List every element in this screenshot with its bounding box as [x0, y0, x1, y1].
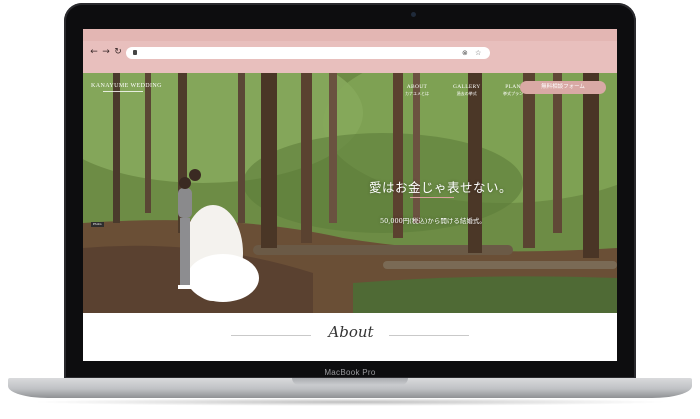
tab-strip [83, 29, 617, 41]
screen: ← → ↻ ⊗ ☆ KANAYUME WEDDING ABOUT カナユメとは … [83, 29, 617, 361]
nav-item-about[interactable]: ABOUT カナユメとは [405, 84, 429, 97]
about-section: About [83, 313, 617, 361]
divider [231, 335, 311, 336]
lock-icon [133, 50, 137, 55]
nav-item-gallery[interactable]: GALLERY 過去の挙式 [453, 84, 480, 97]
forward-icon[interactable]: → [101, 47, 111, 57]
nav-item-sublabel: 挙式プラン [503, 91, 523, 96]
nav-item-label: ABOUT [406, 84, 428, 90]
laptop-shadow [30, 398, 670, 406]
nav-item-label: GALLERY [453, 84, 481, 90]
divider [389, 335, 469, 336]
reload-icon[interactable]: ↻ [113, 47, 123, 57]
address-bar[interactable]: ⊗ ☆ [126, 47, 490, 59]
camera-icon [411, 12, 416, 17]
hero-section: KANAYUME WEDDING ABOUT カナユメとは GALLERY 過去… [83, 73, 617, 313]
device-label: MacBook Pro [324, 368, 376, 377]
laptop-base-notch [292, 378, 408, 385]
logo-ornament [103, 91, 143, 92]
back-icon[interactable]: ← [89, 47, 99, 57]
nav-item-sublabel: 過去の挙式 [456, 91, 477, 96]
site-logo[interactable]: KANAYUME WEDDING [91, 83, 162, 89]
photo-badge: Photo [91, 222, 104, 227]
clear-icon[interactable]: ⊗ [462, 47, 468, 59]
forest-photo [83, 73, 617, 313]
star-icon[interactable]: ☆ [475, 47, 481, 59]
nav-item-sublabel: カナユメとは [405, 91, 429, 96]
hero-subline: 50,000円(税込)から開ける結婚式。 [380, 217, 486, 225]
headline-divider [410, 197, 454, 198]
browser-chrome: ← → ↻ ⊗ ☆ [83, 29, 617, 73]
free-consultation-button[interactable]: 無料相談フォーム [520, 81, 606, 94]
hero-headline: 愛はお金じゃ表せない。 [369, 180, 513, 195]
about-title: About [328, 323, 374, 341]
